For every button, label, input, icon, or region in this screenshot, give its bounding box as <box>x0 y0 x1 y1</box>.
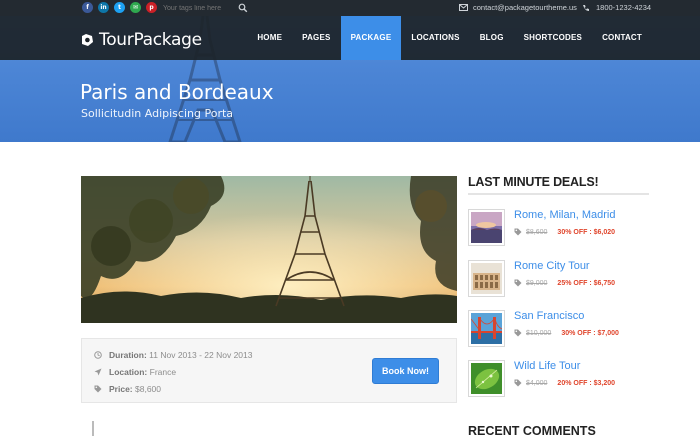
tour-info-box: Duration: 11 Nov 2013 - 22 Nov 2013 Loca… <box>81 338 457 403</box>
contact-phone[interactable]: 1800-1232-4234 <box>582 3 651 12</box>
social-links: f in t ✉ p <box>82 2 157 13</box>
deal-title[interactable]: Rome City Tour <box>514 260 590 272</box>
tag-icon <box>514 228 522 236</box>
logo-icon <box>82 34 93 46</box>
deal-item[interactable]: Rome City Tour $9,000 25% OFF : $6,750 <box>468 260 658 300</box>
old-price: $10,000 <box>526 329 552 337</box>
old-price: $4,000 <box>526 379 548 387</box>
book-now-button[interactable]: Book Now! <box>372 358 439 384</box>
main-header: TourPackage HOME PAGES PACKAGE LOCATIONS BLO… <box>0 16 700 60</box>
nav-item-package[interactable]: PACKAGE <box>340 16 402 60</box>
deal-price: $9,000 25% OFF : $6,750 <box>514 279 615 287</box>
nav-item-contact[interactable]: CONTACT <box>592 16 652 60</box>
logo[interactable]: TourPackage <box>80 30 202 50</box>
golden-gate-image <box>471 313 502 344</box>
logo-text: TourPackage <box>99 30 202 50</box>
search-input[interactable] <box>157 2 249 14</box>
deal-price: $4,000 20% OFF : $3,200 <box>514 379 615 387</box>
clock-icon <box>94 351 102 359</box>
location-value: France <box>149 367 177 377</box>
location-row: Location: France <box>94 367 176 377</box>
search-icon[interactable] <box>238 3 248 13</box>
nav-item-locations[interactable]: LOCATIONS <box>401 16 469 60</box>
nav-item-shortcodes[interactable]: SHORTCODES <box>514 16 592 60</box>
section-divider <box>468 193 649 195</box>
location-label: Location: <box>109 367 148 377</box>
duration-value: 11 Nov 2013 - 22 Nov 2013 <box>149 350 253 360</box>
email-icon[interactable]: ✉ <box>130 2 141 13</box>
pinterest-icon[interactable]: p <box>146 2 157 13</box>
facebook-icon[interactable]: f <box>82 2 93 13</box>
discount-price: 25% OFF : $6,750 <box>557 279 616 287</box>
price-row: Price: $8,600 <box>94 384 161 394</box>
price-value: $8,600 <box>135 384 161 394</box>
tag-icon <box>514 279 522 287</box>
sunset-lake-image <box>471 212 502 243</box>
page-subtitle: Sollicitudin Adipiscing Porta <box>81 107 234 120</box>
deal-price: $10,000 30% OFF : $7,000 <box>514 329 619 337</box>
phone-icon <box>583 4 589 11</box>
discount-price: 20% OFF : $3,200 <box>557 379 616 387</box>
page-title: Paris and Bordeaux <box>80 80 274 104</box>
main-nav: HOME PAGES PACKAGE LOCATIONS BLOG SHORTCODES C… <box>247 16 652 60</box>
deal-title[interactable]: Wild Life Tour <box>514 360 580 372</box>
quote-bar <box>92 421 94 436</box>
nav-item-home[interactable]: HOME <box>247 16 292 60</box>
deal-thumbnail[interactable] <box>468 360 505 397</box>
deal-title[interactable]: San Francisco <box>514 310 584 322</box>
recent-comments-title: RECENT COMMENTS <box>468 424 596 436</box>
duration-label: Duration: <box>109 350 147 360</box>
contact-email-text: contact@packagetourtheme.us <box>473 3 577 12</box>
contact-email[interactable]: contact@packagetourtheme.us <box>459 3 577 12</box>
deal-thumbnail[interactable] <box>468 260 505 297</box>
colosseum-image <box>471 263 502 294</box>
nav-item-blog[interactable]: BLOG <box>470 16 514 60</box>
discount-price: 30% OFF : $7,000 <box>561 329 619 337</box>
deal-price: $8,600 30% OFF : $6,020 <box>514 228 615 236</box>
linkedin-icon[interactable]: in <box>98 2 109 13</box>
tag-icon <box>514 329 522 337</box>
price-label: Price: <box>109 384 133 394</box>
old-price: $9,000 <box>526 279 548 287</box>
tour-main-image <box>81 176 457 323</box>
duration-row: Duration: 11 Nov 2013 - 22 Nov 2013 <box>94 350 252 360</box>
location-arrow-icon <box>94 368 102 376</box>
deal-item[interactable]: San Francisco $10,000 30% OFF : $7,000 <box>468 310 658 350</box>
discount-price: 30% OFF : $6,020 <box>557 228 616 236</box>
eiffel-tower-photo <box>81 176 457 323</box>
deal-thumbnail[interactable] <box>468 209 505 246</box>
top-bar: fint ✉ p contact@packagetourtheme.us 1800-… <box>0 0 700 16</box>
deal-title[interactable]: Rome, Milan, Madrid <box>514 209 615 221</box>
deal-item[interactable]: Wild Life Tour $4,000 20% OFF : $3,200 <box>468 360 658 400</box>
old-price: $8,600 <box>526 228 548 236</box>
contact-phone-text: 1800-1232-4234 <box>596 3 652 12</box>
deal-thumbnail[interactable] <box>468 310 505 347</box>
tag-icon <box>514 379 522 387</box>
envelope-icon <box>459 4 468 11</box>
nav-item-pages[interactable]: PAGES <box>292 16 340 60</box>
twitter-icon[interactable]: t <box>114 2 125 13</box>
green-leaf-image <box>471 363 502 394</box>
tag-icon <box>94 385 102 393</box>
last-minute-deals-title: LAST MINUTE DEALS! <box>468 175 599 189</box>
deal-item[interactable]: Rome, Milan, Madrid $8,600 30% OFF : $6,02… <box>468 209 658 249</box>
